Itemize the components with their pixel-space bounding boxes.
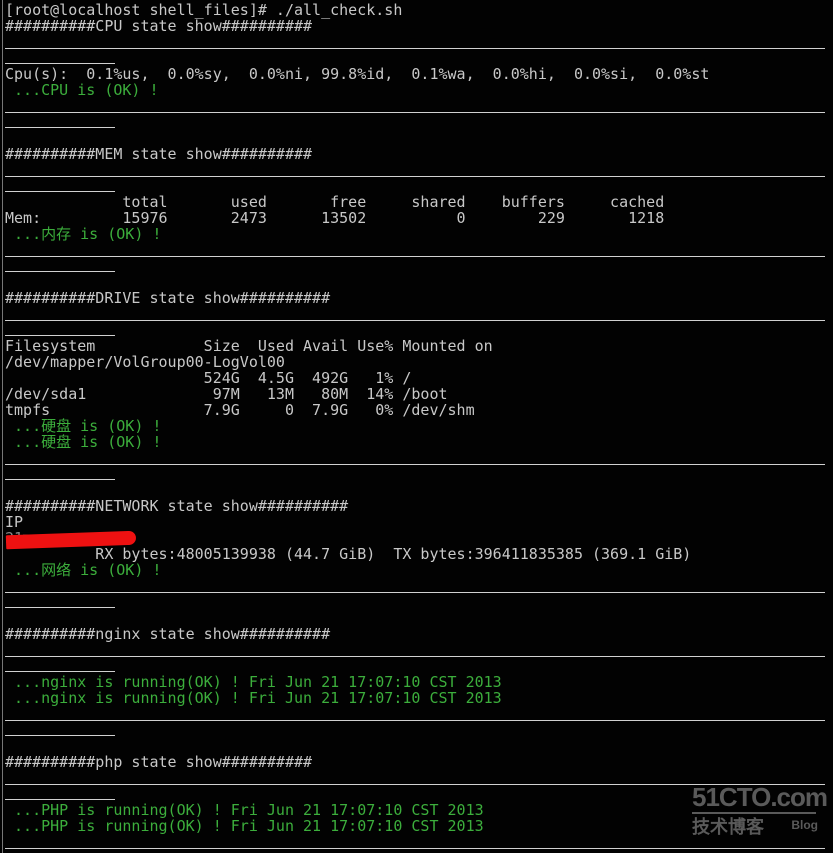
separator-long	[5, 112, 825, 113]
separator-long	[5, 464, 825, 465]
watermark-bar	[692, 812, 816, 814]
drive-section-header: ##########DRIVE state show##########	[5, 289, 331, 307]
nginx-section-header: ##########nginx state show##########	[5, 625, 331, 643]
watermark-logo: 51CTO.com 技术博客 Blog	[692, 782, 828, 844]
ip-label: IP	[5, 513, 24, 531]
drive-status-ok: ...硬盘 is (OK) !	[5, 417, 162, 435]
df-row: tmpfs 7.9G 0 7.9G 0% /dev/shm	[5, 401, 475, 419]
separator-long	[5, 320, 825, 321]
separator-short	[5, 479, 115, 480]
separator-short	[5, 799, 115, 800]
df-row: /dev/sda1 97M 13M 80M 14% /boot	[5, 385, 448, 403]
php-status-line: ...PHP is running(OK) ! Fri Jun 21 17:07…	[5, 801, 484, 819]
terminal-window[interactable]: [root@localhost shell_files]# ./all_chec…	[0, 0, 833, 853]
df-row: /dev/mapper/VolGroup00-LogVol00	[5, 353, 285, 371]
terminal-left-border	[2, 0, 3, 853]
cpu-status-ok: ...CPU is (OK) !	[5, 81, 159, 99]
shell-prompt-line: [root@localhost shell_files]# ./all_chec…	[5, 1, 403, 19]
drive-status-ok: ...硬盘 is (OK) !	[5, 433, 162, 451]
network-section-header: ##########NETWORK state show##########	[5, 497, 349, 515]
cpu-section-header: ##########CPU state show##########	[5, 17, 313, 35]
separator-long	[5, 656, 825, 657]
php-section-header: ##########php state show##########	[5, 753, 313, 771]
separator-long	[5, 176, 825, 177]
mem-columns-header: total used free shared buffers cached	[5, 193, 665, 211]
cpu-stats-line: Cpu(s): 0.1%us, 0.0%sy, 0.0%ni, 99.8%id,…	[5, 65, 710, 83]
separator-short	[5, 127, 115, 128]
df-header-row: Filesystem Size Used Avail Use% Mounted …	[5, 337, 493, 355]
network-traffic-line: RX bytes:48005139938 (44.7 GiB) TX bytes…	[5, 545, 692, 563]
separator-short	[5, 671, 115, 672]
separator-short	[5, 191, 115, 192]
mem-values-row: Mem: 15976 2473 13502 0 229 1218	[5, 209, 665, 227]
separator-long	[5, 592, 825, 593]
mem-status-ok: ...内存 is (OK) !	[5, 225, 162, 243]
separator-short	[5, 607, 115, 608]
df-row: 524G 4.5G 492G 1% /	[5, 369, 412, 387]
mem-section-header: ##########MEM state show##########	[5, 145, 313, 163]
watermark-tag: Blog	[791, 818, 818, 832]
php-status-line: ...PHP is running(OK) ! Fri Jun 21 17:07…	[5, 817, 484, 835]
nginx-status-line: ...nginx is running(OK) ! Fri Jun 21 17:…	[5, 689, 502, 707]
separator-long	[5, 848, 825, 849]
separator-long	[5, 48, 825, 49]
network-status-ok: ...网络 is (OK) !	[5, 561, 162, 579]
separator-short	[5, 735, 115, 736]
separator-short	[5, 271, 115, 272]
watermark-brand: 51CTO.com	[692, 782, 828, 812]
separator-short	[5, 63, 115, 64]
nginx-status-line: ...nginx is running(OK) ! Fri Jun 21 17:…	[5, 673, 502, 691]
separator-short	[5, 335, 115, 336]
separator-long	[5, 720, 825, 721]
separator-long	[5, 256, 825, 257]
